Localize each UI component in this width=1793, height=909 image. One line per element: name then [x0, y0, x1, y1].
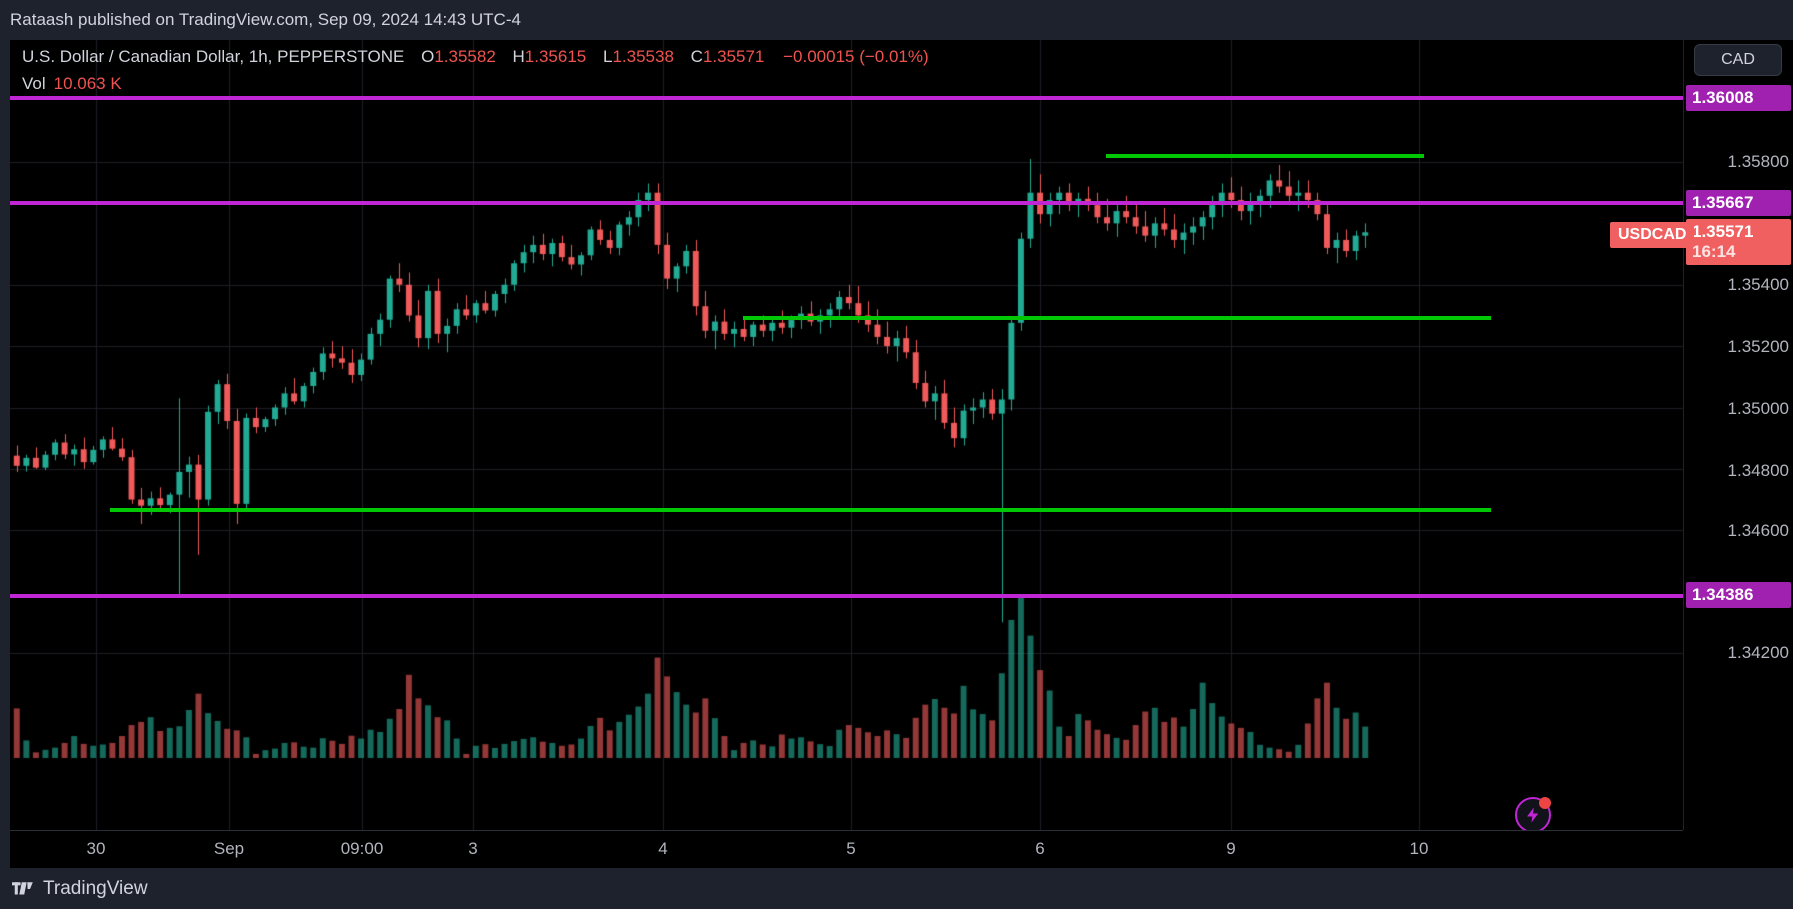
- level-line-magenta-1[interactable]: [10, 200, 1683, 205]
- tradingview-logo-icon: [12, 881, 33, 894]
- support-resistance-line-green-4[interactable]: [742, 315, 1491, 320]
- level-line-magenta-2[interactable]: [10, 593, 1683, 598]
- candlestick-series: [10, 40, 1683, 830]
- price-tick-5: 1.34600: [1727, 521, 1789, 540]
- price-tag-1: 1.35667: [1686, 190, 1791, 216]
- time-tick-4: 4: [658, 839, 668, 858]
- time-tick-5: 5: [846, 839, 856, 858]
- price-tick-1: 1.35400: [1727, 275, 1789, 294]
- time-tick-8: 10: [1409, 839, 1429, 858]
- symbol-price-badge: USDCAD: [1610, 222, 1695, 248]
- footer-branding: TradingView: [0, 868, 1793, 909]
- support-resistance-line-green-3[interactable]: [1105, 153, 1424, 158]
- time-tick-2: 09:00: [340, 839, 384, 858]
- chart-plot-area[interactable]: U.S. Dollar / Canadian Dollar, 1h, PEPPE…: [10, 40, 1683, 830]
- price-tick-4: 1.34800: [1727, 461, 1789, 480]
- lightning-alert-button[interactable]: [1515, 797, 1551, 830]
- alert-notification-dot: [1539, 797, 1551, 809]
- time-scale-corner: [1683, 830, 1793, 868]
- time-tick-3: 3: [468, 839, 478, 858]
- footer-brand-name: TradingView: [43, 877, 148, 899]
- lightning-bolt-icon: [1527, 807, 1539, 823]
- price-tick-6: 1.34200: [1727, 643, 1789, 662]
- price-tag-2: 1.35571 16:14: [1686, 219, 1791, 265]
- tradingview-chart-screenshot: Rataash published on TradingView.com, Se…: [0, 0, 1793, 909]
- price-tick-3: 1.35000: [1727, 399, 1789, 418]
- price-tick-0: 1.35800: [1727, 152, 1789, 171]
- time-scale[interactable]: 30 Sep 09:00 3 4 5 6 9 10: [10, 830, 1683, 868]
- level-line-magenta-0[interactable]: [10, 96, 1683, 101]
- price-scale[interactable]: 1.35800 1.35400 1.35200 1.35000 1.34800 1.346…: [1683, 40, 1793, 830]
- time-tick-1: Sep: [213, 839, 245, 858]
- time-tick-6: 6: [1035, 839, 1045, 858]
- support-resistance-line-green-5[interactable]: [110, 507, 1491, 512]
- price-tick-2: 1.35200: [1727, 337, 1789, 356]
- price-tag-3: 1.34386: [1686, 582, 1791, 608]
- attribution-text: Rataash published on TradingView.com, Se…: [0, 0, 1793, 40]
- time-tick-0: 30: [86, 839, 106, 858]
- price-tag-time-2: 16:14: [1692, 242, 1736, 261]
- price-tag-0: 1.36008: [1686, 85, 1791, 111]
- time-tick-7: 9: [1226, 839, 1236, 858]
- currency-unit-pill[interactable]: CAD: [1694, 44, 1782, 76]
